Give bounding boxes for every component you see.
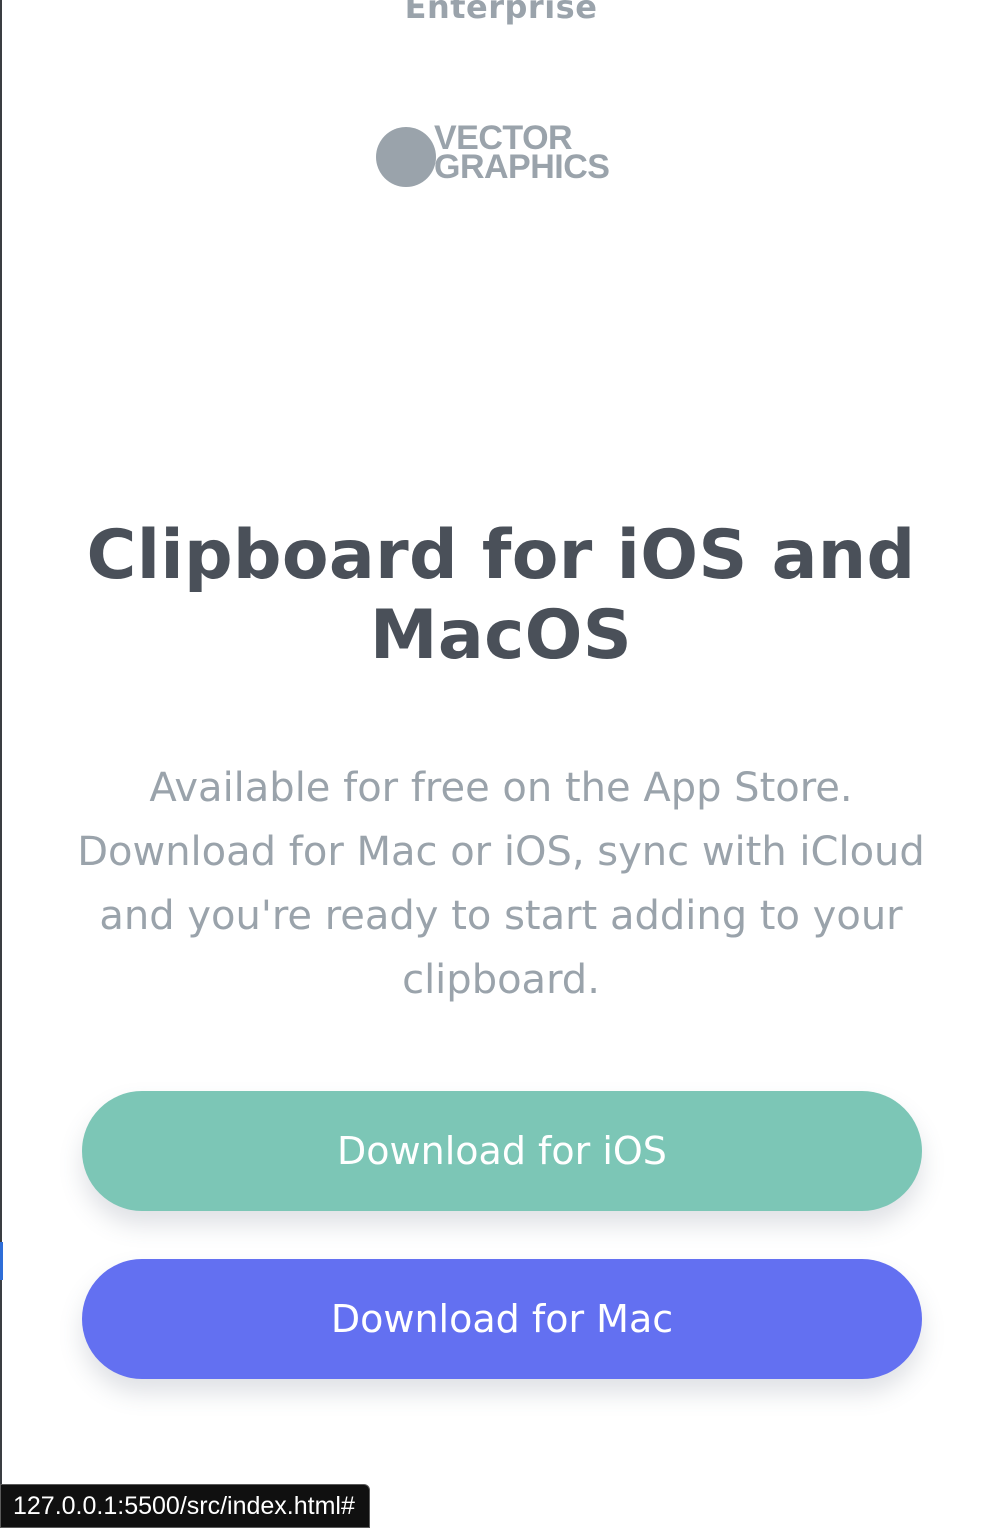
logo-circle-icon [376,127,436,187]
logo-text: VECTOR GRAPHICS [434,121,610,186]
page: Enterprise VECTOR GRAPHICS Clipboard for… [0,0,1002,1528]
status-bar-url: 127.0.0.1:5500/src/index.html# [0,1484,370,1528]
window-left-border [0,0,2,1528]
window-left-accent [0,1242,3,1280]
enterprise-label: Enterprise [404,0,598,26]
vector-graphics-logo: VECTOR GRAPHICS [376,121,636,194]
logo-line-2: GRAPHICS [434,148,610,186]
download-title: Clipboard for iOS and MacOS [86,516,916,675]
download-ios-button[interactable]: Download for iOS [82,1091,922,1211]
download-description: Available for free on the App Store. Dow… [77,765,925,1003]
download-mac-button[interactable]: Download for Mac [82,1259,922,1379]
